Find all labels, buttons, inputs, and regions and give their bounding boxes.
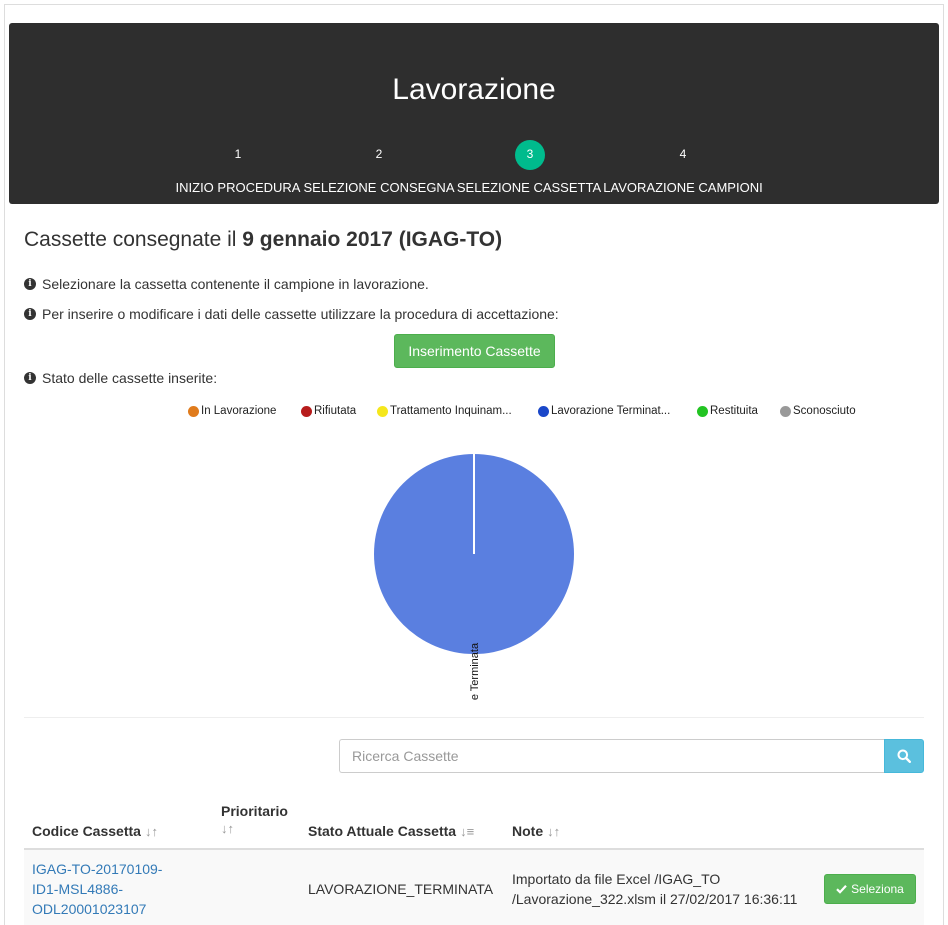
cassette-code-line[interactable]: ID1-MSL4886-: [32, 881, 123, 897]
legend-item[interactable]: Restituita: [697, 405, 758, 417]
column-header-codice-label: Codice Cassetta: [32, 823, 141, 839]
status-pie-chart: Lavorazione Terminata: [374, 454, 574, 700]
legend-dot: [538, 405, 549, 417]
legend-label: In Lavorazione: [201, 405, 277, 417]
column-header-codice[interactable]: Codice Cassetta ↓↑: [32, 823, 158, 839]
legend-dot: [301, 405, 312, 417]
insert-cassette-button[interactable]: Inserimento Cassette: [394, 334, 555, 368]
sort-icon: ↓↑: [547, 824, 561, 839]
legend-item[interactable]: Trattamento Inquinam...: [377, 405, 512, 417]
cassette-code-link[interactable]: IGAG-TO-20170109- ID1-MSL4886- ODL200010…: [32, 859, 162, 919]
info-select-cassette: i Selezionare la cassetta contenente il …: [24, 276, 429, 292]
info-icon: i: [24, 308, 36, 320]
legend-item[interactable]: In Lavorazione: [188, 405, 276, 417]
wizard-header: Lavorazione 1 INIZIO PROCEDURA 2 SELEZIO…: [9, 23, 939, 204]
stato-cell: LAVORAZIONE_TERMINATA: [308, 881, 494, 897]
step-2-number[interactable]: 2: [364, 140, 394, 170]
column-header-stato[interactable]: Stato Attuale Cassetta ↓≡: [308, 823, 474, 839]
legend-label: Restituita: [710, 405, 758, 417]
legend-dot: [780, 405, 791, 417]
legend-item[interactable]: Sconosciuto: [780, 405, 856, 417]
info-insert-modify: i Per inserire o modificare i dati delle…: [24, 306, 559, 322]
note-line: /Lavorazione_322.xlsm il 27/02/2017 16:3…: [512, 891, 798, 907]
legend-dot: [697, 405, 708, 417]
legend-item[interactable]: Lavorazione Terminat...: [538, 405, 670, 417]
legend-label: Lavorazione Terminat...: [551, 405, 671, 417]
info-icon: i: [24, 278, 36, 290]
note-cell: Importato da file Excel /IGAG_TO /Lavora…: [512, 869, 797, 909]
sort-icon: ↓↑: [144, 824, 158, 839]
step-4-number[interactable]: 4: [668, 140, 698, 170]
step-1-number[interactable]: 1: [223, 140, 253, 170]
column-header-prioritario-label: Prioritario: [221, 803, 288, 819]
section-divider: [24, 717, 924, 718]
section-title-prefix: Cassette consegnate il: [24, 228, 243, 251]
step-3-label[interactable]: SELEZIONE CASSETTA: [457, 180, 601, 195]
legend-dot: [188, 405, 199, 417]
search-icon: [897, 749, 911, 763]
info-select-text: Selezionare la cassetta contenente il ca…: [42, 276, 429, 292]
step-4-label[interactable]: LAVORAZIONE CAMPIONI: [603, 180, 762, 195]
cassette-code-line[interactable]: IGAG-TO-20170109-: [32, 861, 162, 877]
column-header-note[interactable]: Note ↓↑: [512, 823, 560, 839]
note-line: Importato da file Excel /IGAG_TO: [512, 871, 721, 887]
info-insert-text: Per inserire o modificare i dati delle c…: [42, 306, 559, 322]
legend-label: Sconosciuto: [793, 405, 856, 417]
step-2-label[interactable]: SELEZIONE CONSEGNA: [304, 180, 455, 195]
column-header-prioritario[interactable]: Prioritario ↓↑: [221, 803, 288, 836]
search-button[interactable]: [884, 739, 924, 773]
pie-slice-label: Lavorazione Terminata: [469, 642, 481, 700]
info-status: i Stato delle cassette inserite:: [24, 370, 217, 386]
legend-item[interactable]: Rifiutata: [301, 405, 356, 417]
step-3-number[interactable]: 3: [515, 140, 545, 170]
check-icon: [836, 885, 847, 894]
page-title: Lavorazione: [392, 73, 556, 106]
select-cassette-button[interactable]: Seleziona: [824, 874, 916, 904]
search-input[interactable]: [339, 739, 885, 773]
step-1-label[interactable]: INIZIO PROCEDURA: [176, 180, 301, 195]
sort-asc-icon: ↓≡: [460, 824, 475, 839]
info-status-text: Stato delle cassette inserite:: [42, 370, 218, 386]
legend-dot: [377, 405, 388, 417]
section-title-date: 9 gennaio 2017 (IGAG-TO): [242, 228, 503, 251]
sort-icon: ↓↑: [221, 821, 234, 836]
info-icon: i: [24, 372, 36, 384]
select-button-label: Seleziona: [851, 882, 904, 896]
column-header-stato-label: Stato Attuale Cassetta: [308, 823, 457, 839]
cassette-code-line[interactable]: ODL20001023107: [32, 901, 146, 917]
legend-label: Trattamento Inquinam...: [390, 405, 512, 417]
legend-label: Rifiutata: [314, 405, 357, 417]
column-header-note-label: Note: [512, 823, 544, 839]
section-title: Cassette consegnate il 9 gennaio 2017 (I…: [24, 228, 502, 252]
